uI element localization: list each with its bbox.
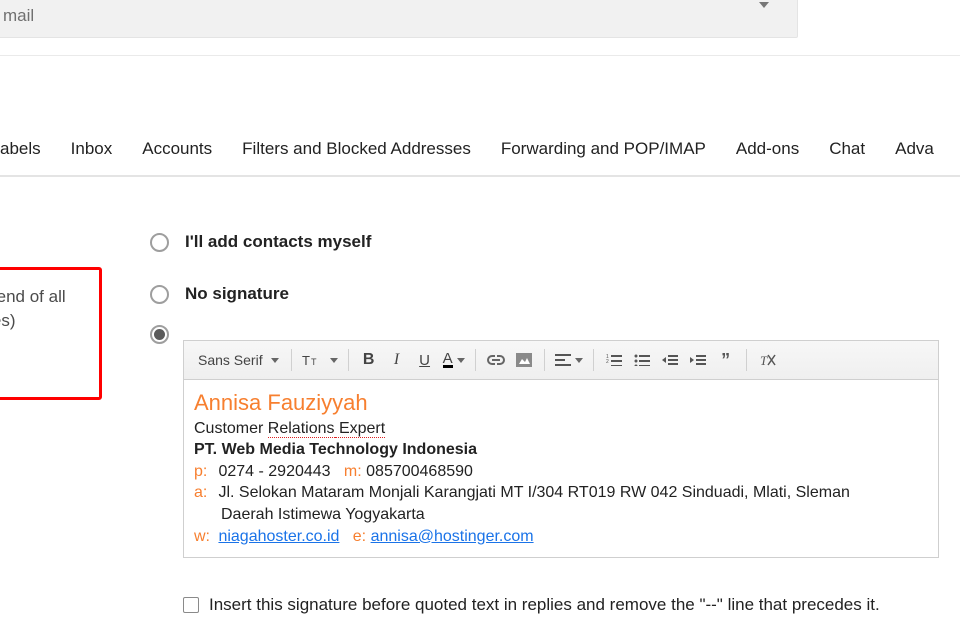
- signature-website-link[interactable]: niagahoster.co.id: [218, 528, 339, 545]
- tab-forwarding[interactable]: Forwarding and POP/IMAP: [501, 139, 706, 159]
- insert-before-option[interactable]: Insert this signature before quoted text…: [183, 595, 880, 615]
- tab-labels[interactable]: abels: [0, 139, 41, 159]
- signature-content[interactable]: Annisa Fauziyyah Customer Relations Expe…: [183, 380, 939, 558]
- signature-company: PT. Web Media Technology Indonesia: [194, 439, 928, 461]
- chevron-down-icon: [271, 358, 279, 363]
- highlight-annotation: he end of all ages): [0, 267, 102, 400]
- forwarding-selector[interactable]: mail: [0, 0, 798, 38]
- tab-advanced[interactable]: Adva: [895, 139, 934, 159]
- radio-icon[interactable]: [150, 233, 169, 252]
- signature-phone-row: p: 0274 - 2920443 m: 085700468590: [194, 461, 928, 483]
- option-label: I'll add contacts myself: [185, 232, 371, 252]
- hint-line: he end of all: [0, 285, 99, 309]
- separator: [593, 349, 594, 371]
- font-family-select[interactable]: Sans Serif: [192, 349, 281, 371]
- tab-inbox[interactable]: Inbox: [71, 139, 113, 159]
- tab-accounts[interactable]: Accounts: [142, 139, 212, 159]
- insert-image-button[interactable]: [514, 349, 534, 371]
- bold-button[interactable]: B: [359, 349, 379, 371]
- ordered-list-button[interactable]: 12: [604, 349, 624, 371]
- signature-editor: Sans Serif TT B I U A 12: [183, 340, 939, 558]
- italic-button[interactable]: I: [387, 349, 407, 371]
- separator: [475, 349, 476, 371]
- editor-toolbar: Sans Serif TT B I U A 12: [183, 340, 939, 380]
- signature-role: Customer Relations Expert: [194, 418, 928, 440]
- option-label: No signature: [185, 284, 289, 304]
- option-no-signature[interactable]: No signature: [150, 284, 289, 304]
- svg-text:T: T: [760, 353, 768, 367]
- chevron-down-icon: [457, 358, 465, 363]
- separator: [544, 349, 545, 371]
- chevron-down-icon: [575, 358, 583, 363]
- tab-addons[interactable]: Add-ons: [736, 139, 799, 159]
- hint-line: ages): [0, 309, 99, 333]
- chevron-down-icon: [330, 358, 338, 363]
- svg-text:T: T: [311, 357, 317, 367]
- insert-link-button[interactable]: [486, 349, 506, 371]
- outdent-button[interactable]: [660, 349, 680, 371]
- clear-formatting-button[interactable]: T: [757, 349, 777, 371]
- divider: [0, 55, 960, 56]
- align-button[interactable]: [555, 349, 583, 371]
- tab-chat[interactable]: Chat: [829, 139, 865, 159]
- signature-email-link[interactable]: annisa@hostinger.com: [371, 528, 534, 545]
- separator: [348, 349, 349, 371]
- signature-address-row2: Daerah Istimewa Yogyakarta: [194, 504, 928, 526]
- option-add-contacts[interactable]: I'll add contacts myself: [150, 232, 371, 252]
- separator: [291, 349, 292, 371]
- svg-text:2: 2: [606, 359, 609, 365]
- svg-text:T: T: [302, 353, 310, 368]
- forwarding-selector-text: mail: [3, 6, 34, 26]
- signature-address-row: a: Jl. Selokan Mataram Monjali Karangjat…: [194, 482, 928, 504]
- indent-button[interactable]: [688, 349, 708, 371]
- settings-tabs: abels Inbox Accounts Filters and Blocked…: [0, 133, 960, 165]
- signature-name: Annisa Fauziyyah: [194, 388, 928, 418]
- chevron-down-icon: [759, 8, 769, 24]
- option-custom-signature[interactable]: [150, 325, 169, 344]
- font-size-button[interactable]: TT: [302, 349, 338, 371]
- insert-before-label: Insert this signature before quoted text…: [209, 595, 880, 615]
- checkbox-icon[interactable]: [183, 597, 199, 613]
- font-family-label: Sans Serif: [198, 352, 263, 368]
- radio-icon[interactable]: [150, 285, 169, 304]
- radio-icon[interactable]: [150, 325, 169, 344]
- tab-filters[interactable]: Filters and Blocked Addresses: [242, 139, 471, 159]
- underline-button[interactable]: U: [415, 349, 435, 371]
- text-color-button[interactable]: A: [443, 349, 465, 371]
- signature-links-row: w: niagahoster.co.id e: annisa@hostinger…: [194, 526, 928, 548]
- unordered-list-button[interactable]: [632, 349, 652, 371]
- quote-button[interactable]: ”: [716, 349, 736, 371]
- divider: [0, 175, 960, 177]
- separator: [746, 349, 747, 371]
